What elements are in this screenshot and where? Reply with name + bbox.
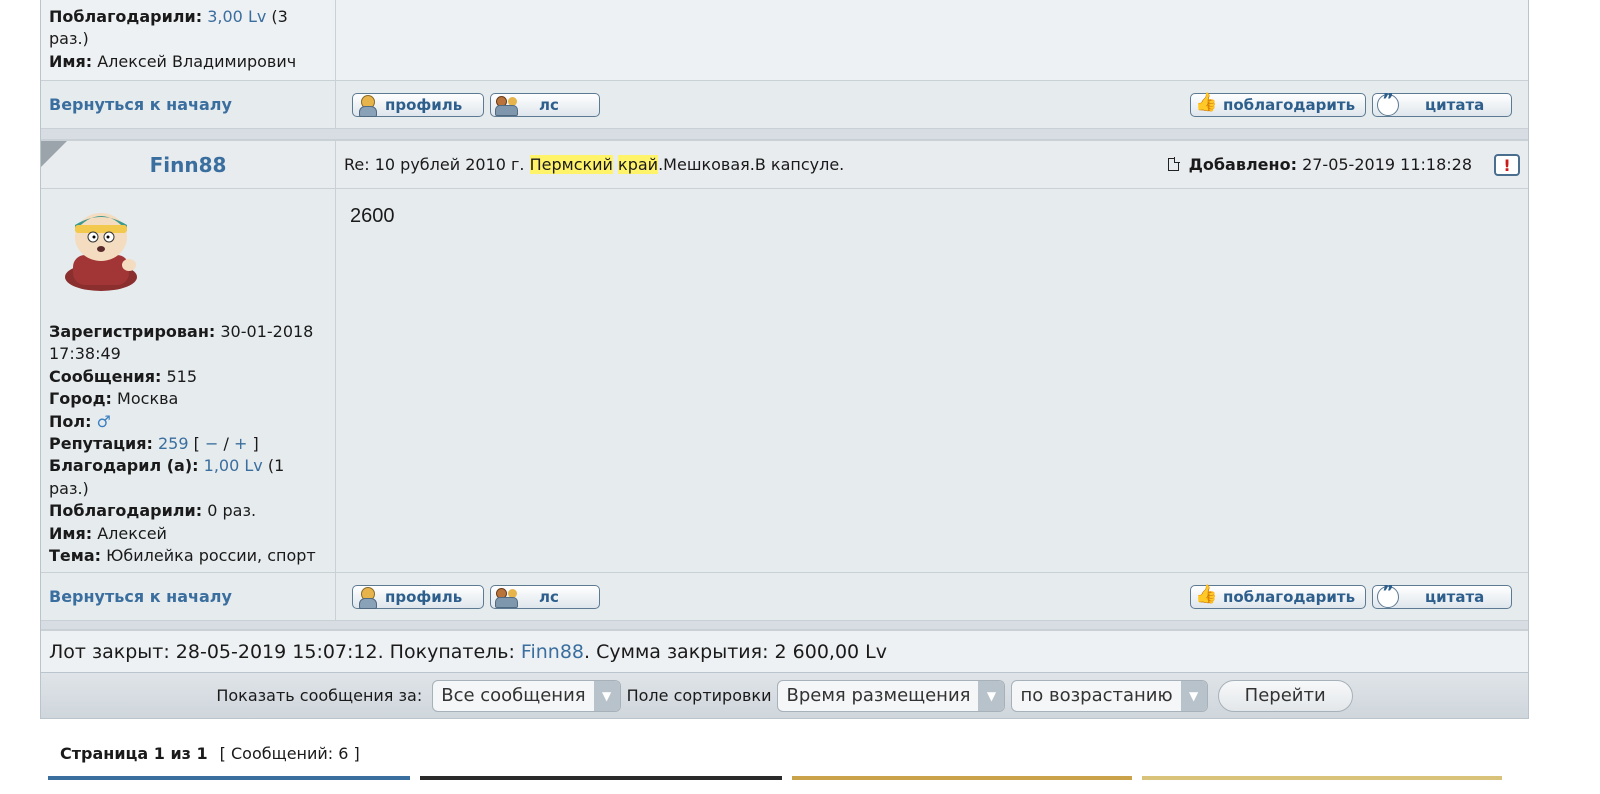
sort-bar: Показать сообщения за: Все сообщения ▼ По… [41, 672, 1528, 718]
show-posts-select[interactable]: Все сообщения ▼ [432, 679, 621, 712]
post-body-text: 2600 [350, 205, 395, 227]
thumbs-up-icon [1195, 92, 1217, 116]
lot-closed-info: Лот закрыт: 28-05-2019 15:07:12. Покупат… [41, 630, 1528, 672]
pm-button[interactable]: лс [490, 584, 600, 609]
chevron-down-icon: ▼ [1180, 680, 1207, 711]
exclamation-icon: ! [1503, 155, 1511, 175]
post-separator [41, 620, 1528, 630]
post-2-user-info: Зарегистрирован: 30-01-2018 17:38:49 Соо… [41, 189, 336, 572]
topic-row: Тема: Юбилейка россии, спорт [49, 546, 316, 566]
sort-field-select[interactable]: Время размещения ▼ [777, 679, 1006, 712]
pagination: Страница 1 из 1 [ Сообщений: 6 ] [60, 744, 360, 763]
profile-button[interactable]: профиль [352, 92, 484, 117]
post-1-user-info: Поблагодарили: 3,00 Lv (3 раз.) Имя: Але… [41, 0, 336, 80]
post-1-content [336, 0, 1528, 80]
post-2-header: Finn88 Re: 10 рублей 2010 г. Пермский кр… [41, 140, 1528, 188]
users-icon [495, 586, 518, 608]
quote-icon [1377, 90, 1399, 116]
reputation-link[interactable]: 259 [158, 434, 189, 453]
sort-order-select[interactable]: по возрастанию ▼ [1011, 679, 1208, 712]
highlight-word: Пермский [529, 155, 613, 174]
gender-row: Пол: ♂ [49, 411, 111, 431]
post-date: Добавлено: 27-05-2019 11:18:28 [1167, 141, 1472, 188]
reputation-row: Репутация: 259 [ − / + ] [49, 434, 259, 454]
highlight-word: край [618, 155, 659, 174]
post-1-nav-row: Вернуться к началу профиль лс поблагодар… [41, 80, 1528, 128]
page-indicator: Страница 1 из 1 [60, 744, 208, 763]
users-icon [495, 94, 518, 116]
reputation-minus-link[interactable]: − [205, 434, 218, 453]
profile-icon [357, 586, 379, 609]
sort-field-label: Поле сортировки [626, 686, 772, 705]
user-thanked-row: Поблагодарили: 3,00 Lv (3 раз.) [49, 7, 288, 49]
pm-button[interactable]: лс [490, 92, 600, 117]
chevron-down-icon: ▼ [978, 680, 1005, 711]
avatar-image [65, 213, 137, 291]
reputation-plus-link[interactable]: + [234, 434, 247, 453]
city-row: Город: Москва [49, 389, 179, 409]
profile-button[interactable]: профиль [352, 584, 484, 609]
post-corner-marker [41, 141, 67, 167]
bottom-banner-strip [48, 776, 1508, 794]
show-posts-label: Показать сообщения за: [216, 686, 423, 705]
post-author-link[interactable]: Finn88 [41, 141, 335, 188]
quote-icon [1377, 582, 1399, 608]
quote-button[interactable]: цитата [1372, 90, 1512, 117]
profile-icon [357, 94, 379, 117]
forum-thread: Поблагодарили: 3,00 Lv (3 раз.) Имя: Але… [40, 0, 1529, 719]
quote-button[interactable]: цитата [1372, 582, 1512, 609]
messages-row: Сообщения: 515 [49, 366, 198, 386]
chevron-down-icon: ▼ [593, 680, 620, 711]
thanked-row: Поблагодарили: 0 раз. [49, 501, 257, 521]
thumbs-up-icon [1195, 584, 1217, 608]
male-icon: ♂ [96, 411, 111, 431]
thank-button[interactable]: поблагодарить [1190, 584, 1366, 609]
post-1-body: Поблагодарили: 3,00 Lv (3 раз.) Имя: Але… [41, 0, 1528, 80]
back-to-top-link[interactable]: Вернуться к началу [41, 81, 336, 128]
thanked-by-link[interactable]: 1,00 Lv [204, 456, 263, 475]
post-2-nav-row: Вернуться к началу профиль лс поблагодар… [41, 572, 1528, 620]
avatar [59, 203, 143, 291]
user-name-row: Имя: Алексей Владимирович [49, 51, 297, 71]
report-button[interactable]: ! [1494, 154, 1520, 176]
thank-button[interactable]: поблагодарить [1190, 92, 1366, 117]
post-separator [41, 128, 1528, 140]
post-2-body: Зарегистрирован: 30-01-2018 17:38:49 Соо… [41, 188, 1528, 572]
registered-row: Зарегистрирован: 30-01-2018 17:38:49 [49, 322, 314, 364]
thanked-amount-link[interactable]: 3,00 Lv [207, 7, 266, 26]
back-to-top-link[interactable]: Вернуться к началу [41, 573, 336, 620]
thanked-by-row: Благодарил (а): 1,00 Lv (1 раз.) [49, 456, 285, 498]
post-subject: Re: 10 рублей 2010 г. Пермский край .Мешк… [344, 155, 845, 174]
buyer-link[interactable]: Finn88 [521, 641, 584, 663]
message-count: [ Сообщений: 6 ] [219, 744, 360, 763]
name-row: Имя: Алексей [49, 523, 167, 543]
document-icon [1167, 157, 1180, 171]
user-details: Зарегистрирован: 30-01-2018 17:38:49 Соо… [41, 291, 335, 573]
go-button[interactable]: Перейти [1217, 679, 1353, 712]
